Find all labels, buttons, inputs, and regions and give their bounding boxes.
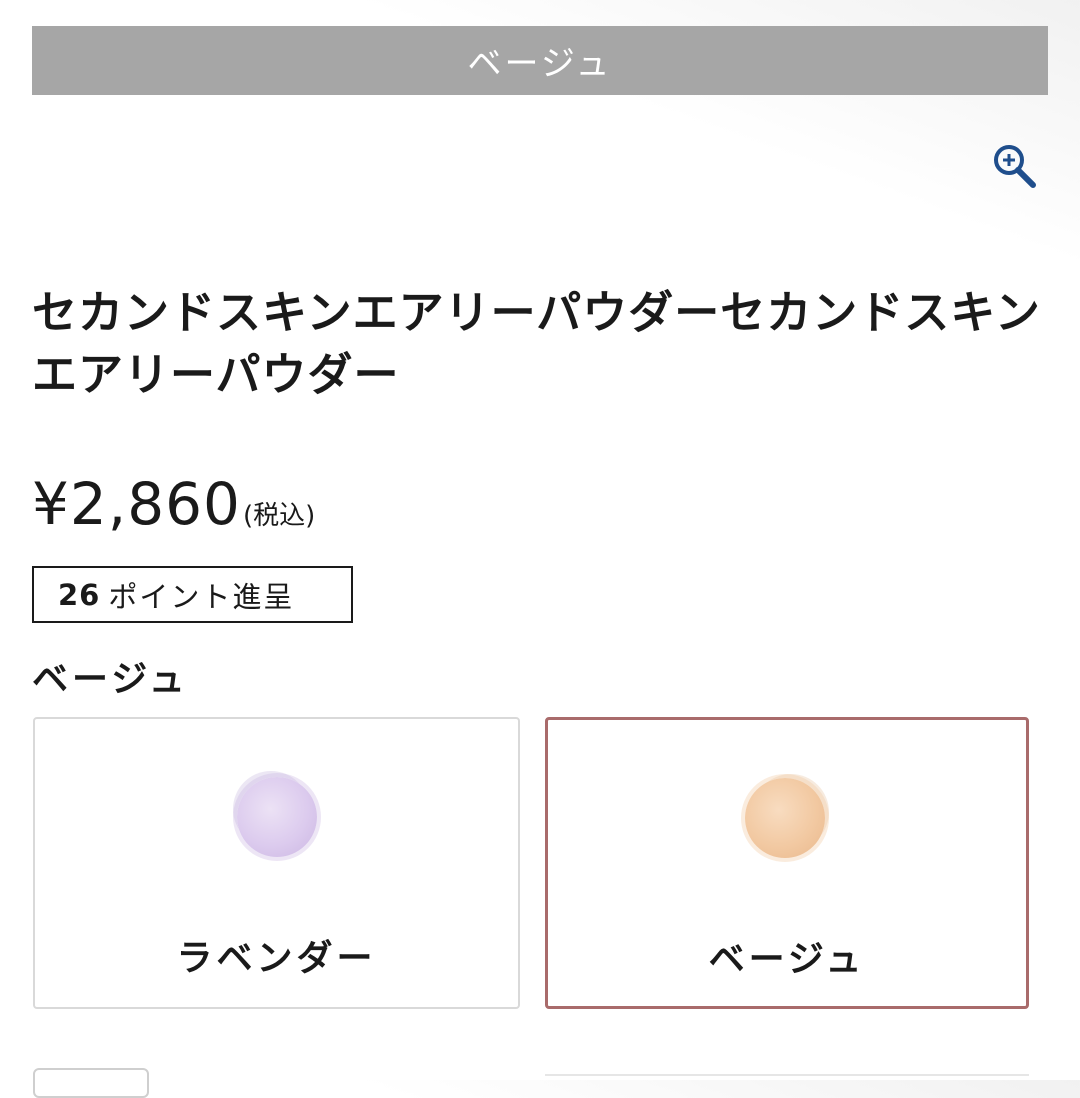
product-title: セカンドスキンエアリーパウダーセカンドスキンエアリーパウダー — [32, 286, 1041, 401]
price-row: ¥2,860 (税込) — [32, 470, 315, 538]
zoom-in-icon — [994, 145, 1036, 188]
selected-color-banner: ベージュ — [32, 26, 1048, 95]
partial-control[interactable] — [33, 1068, 149, 1098]
banner-text: ベージュ — [467, 44, 613, 84]
zoom-button[interactable] — [988, 140, 1038, 190]
variant-option-lavender[interactable]: ラベンダー — [33, 717, 520, 1009]
beige-swatch — [745, 778, 825, 858]
variant-option-label: ラベンダー — [176, 938, 377, 979]
tax-note: (税込) — [242, 501, 316, 531]
variant-option-label: ベージュ — [708, 939, 866, 980]
points-badge: 26 ポイント進呈 — [32, 566, 353, 623]
product-price: ¥2,860 — [32, 470, 241, 538]
points-text: ポイント進呈 — [108, 579, 295, 614]
selected-variant-label: ベージュ — [32, 659, 189, 700]
partial-divider — [545, 1074, 1029, 1076]
points-number: 26 — [58, 577, 101, 612]
variant-option-beige[interactable]: ベージュ — [545, 717, 1029, 1009]
lavender-swatch — [237, 777, 317, 857]
